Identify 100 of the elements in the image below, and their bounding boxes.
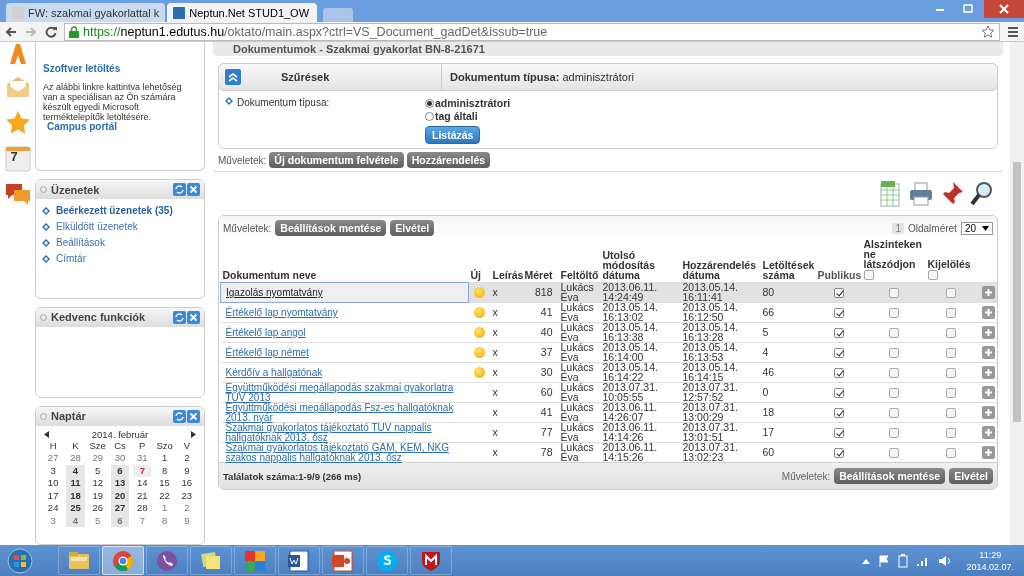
column-header[interactable]: Utolsó módosítás dátuma — [602, 250, 679, 281]
calendar-day[interactable]: 7 — [133, 464, 152, 478]
spreadsheet-icon[interactable] — [879, 180, 903, 208]
star-icon[interactable] — [981, 24, 995, 39]
calendar-day[interactable]: 13 — [110, 477, 130, 490]
checkbox[interactable] — [945, 307, 956, 318]
taskbar-app[interactable] — [58, 546, 100, 575]
message-link[interactable]: Címtár — [56, 253, 86, 265]
refresh-icon[interactable] — [173, 183, 186, 197]
calendar-day[interactable]: 23 — [177, 489, 196, 503]
column-header[interactable]: Feltöltő — [560, 270, 599, 281]
checkbox[interactable] — [888, 347, 899, 358]
checkbox[interactable] — [888, 427, 899, 438]
column-header[interactable]: Publikus — [817, 270, 860, 281]
calendar-day[interactable]: 27 — [44, 452, 63, 465]
taskbar-app[interactable] — [102, 546, 144, 575]
document-link[interactable]: Együttműködési megállapodás Fsz-es hallgatóknak 2013. nyár — [225, 403, 467, 423]
checkbox[interactable] — [888, 387, 899, 398]
column-header[interactable]: Leírás — [492, 270, 521, 281]
expand-button[interactable] — [981, 446, 995, 460]
document-link[interactable]: Értékelő lap nyomtatvány — [225, 307, 467, 318]
next-icon[interactable] — [191, 430, 196, 438]
checkbox[interactable] — [927, 270, 938, 281]
new-tab-button[interactable] — [323, 8, 354, 22]
close-icon[interactable] — [984, 0, 1024, 18]
column-header[interactable]: Méret — [524, 270, 557, 281]
previous-icon[interactable] — [44, 430, 49, 438]
speaker-icon[interactable] — [938, 554, 953, 567]
calendar-day[interactable]: 9 — [177, 514, 196, 528]
expand-button[interactable] — [981, 286, 995, 300]
calendar-day[interactable]: 9 — [177, 464, 196, 478]
checkbox[interactable] — [833, 387, 844, 398]
printer-icon[interactable] — [907, 180, 935, 208]
message-link[interactable]: Beérkezett üzenetek (35) — [56, 205, 173, 217]
calendar-day[interactable]: 2 — [177, 452, 196, 465]
taskbar-app[interactable] — [190, 546, 232, 575]
checkbox[interactable] — [833, 307, 844, 318]
action-button[interactable]: Beállítások mentése — [275, 220, 387, 236]
calendar-day[interactable]: 1 — [155, 502, 174, 515]
calendar-day[interactable]: 5 — [88, 514, 107, 528]
checkbox[interactable] — [945, 447, 956, 458]
taskbar-app[interactable] — [146, 546, 188, 575]
document-link[interactable]: Értékelő lap angol — [225, 327, 467, 338]
calendar-day[interactable]: 2 — [177, 502, 196, 515]
calendar-day[interactable]: 15 — [155, 477, 174, 490]
calendar-day[interactable]: 11 — [66, 477, 85, 490]
expand-button[interactable] — [981, 306, 995, 320]
calendar-day[interactable]: 27 — [110, 502, 130, 515]
clock[interactable]: 11:29 2014.02.07. — [960, 548, 1020, 573]
expand-button[interactable] — [981, 346, 995, 360]
calendar-day[interactable]: 14 — [133, 477, 152, 490]
checkbox[interactable] — [945, 407, 956, 418]
calendar-day[interactable]: 28 — [66, 452, 85, 465]
taskbar-app[interactable] — [410, 546, 452, 575]
page-number[interactable]: 1 — [892, 222, 904, 234]
envelope-icon[interactable] — [4, 74, 31, 100]
column-header[interactable]: Alszinteken ne látszódjon — [863, 239, 924, 269]
checkbox[interactable] — [833, 447, 844, 458]
calendar-day[interactable]: 29 — [88, 452, 107, 465]
column-header[interactable]: Letöltések száma — [762, 260, 814, 281]
calendar-day[interactable]: 28 — [133, 502, 152, 515]
expand-button[interactable] — [981, 386, 995, 400]
column-header[interactable]: Kijelölés — [927, 259, 971, 269]
calendar-day[interactable]: 7 — [133, 514, 152, 528]
calendar-day[interactable]: 3 — [44, 514, 63, 528]
reload-icon[interactable] — [44, 24, 58, 39]
magnifier-icon[interactable] — [969, 180, 995, 208]
refresh-icon[interactable] — [173, 310, 186, 324]
campus-link[interactable]: Campus portál — [47, 121, 117, 132]
document-link[interactable]: Kérdőív a hallgatónak — [225, 367, 467, 378]
action-button[interactable]: Elvétel — [390, 220, 435, 236]
checkbox[interactable] — [833, 347, 844, 358]
checkbox[interactable] — [945, 387, 956, 398]
calendar-day[interactable]: 30 — [110, 452, 130, 465]
calendar-day[interactable]: 8 — [155, 514, 174, 528]
checkbox[interactable] — [833, 367, 844, 378]
radio-button[interactable] — [425, 111, 434, 121]
flag-icon[interactable] — [878, 554, 891, 567]
calendar-day[interactable]: 19 — [88, 489, 107, 503]
calendar-day[interactable]: 31 — [133, 452, 152, 465]
calendar-day[interactable]: 8 — [155, 464, 174, 478]
calendar-day[interactable]: 17 — [44, 489, 63, 503]
start-button[interactable] — [4, 546, 36, 575]
browser-tab[interactable]: Neptun.Net STUD1_OW — [167, 3, 318, 22]
calendar-day[interactable]: 1 — [155, 452, 174, 465]
calendar-day[interactable]: 10 — [44, 477, 63, 490]
action-button[interactable]: Hozzárendelés — [406, 152, 491, 168]
forward-icon[interactable] — [24, 24, 38, 39]
back-icon[interactable] — [4, 24, 18, 39]
message-link[interactable]: Elküldött üzenetek — [56, 221, 138, 233]
expand-button[interactable] — [981, 366, 995, 380]
browser-tab[interactable]: FW: szakmai gyakorlattal k — [6, 3, 166, 22]
close-icon[interactable] — [187, 183, 200, 197]
taskbar-app[interactable] — [278, 546, 320, 575]
refresh-icon[interactable] — [173, 409, 186, 423]
checkbox[interactable] — [888, 407, 899, 418]
show-hidden-icon[interactable] — [862, 557, 871, 564]
collapse-icon[interactable] — [225, 69, 241, 85]
calendar-day[interactable]: 25 — [66, 502, 85, 515]
document-link[interactable]: Szakmai gyakorlatos tájékoztató GAM, KEM, NKG szakos nappalis hallgatóknak 2013. ősz — [225, 443, 467, 463]
